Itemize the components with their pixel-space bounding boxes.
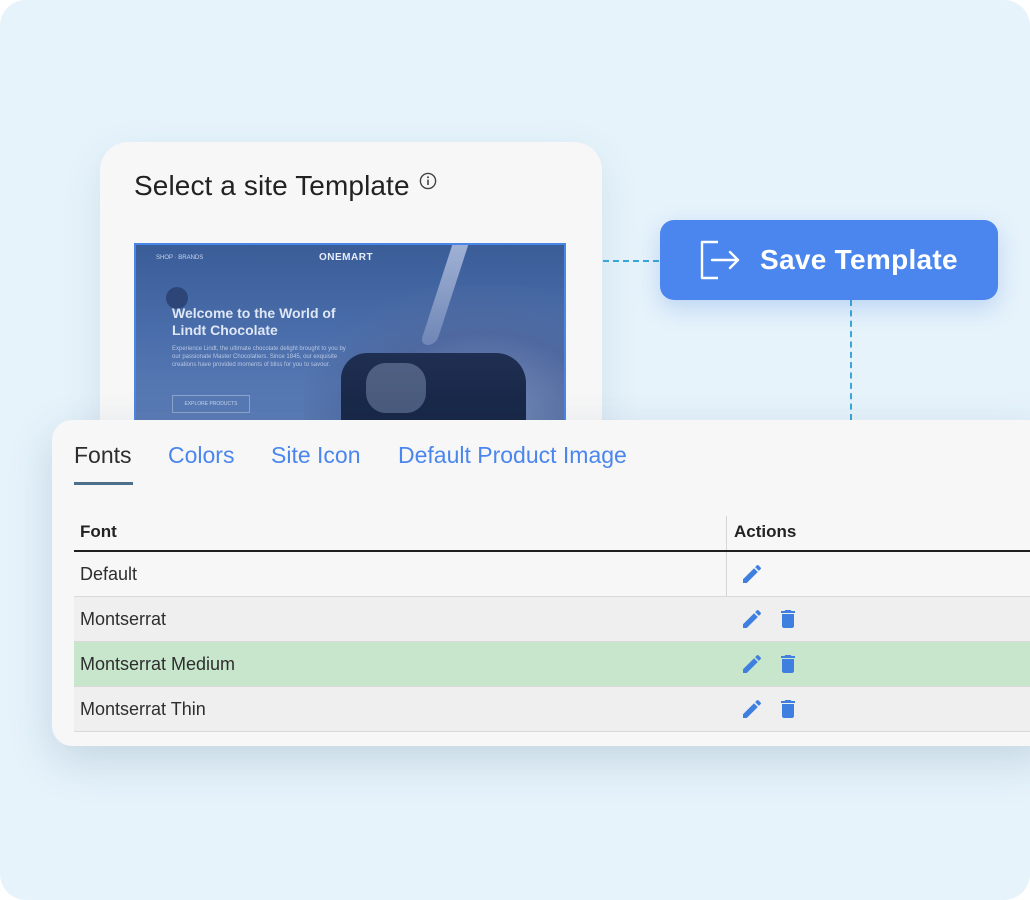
pencil-icon[interactable] bbox=[740, 652, 764, 676]
tab-site-icon[interactable]: Site Icon bbox=[271, 442, 361, 469]
table-row[interactable]: Montserrat Thin bbox=[74, 687, 1030, 732]
font-settings-panel: Fonts Colors Site Icon Default Product I… bbox=[52, 420, 1030, 746]
pencil-icon[interactable] bbox=[740, 697, 764, 721]
tab-fonts[interactable]: Fonts bbox=[74, 442, 132, 469]
font-name-cell: Montserrat bbox=[80, 609, 167, 629]
trash-icon[interactable] bbox=[776, 697, 800, 721]
preview-body-text: Experience Lindt, the ultimate chocolate… bbox=[172, 346, 346, 368]
preview-brand-logo: ONEMART bbox=[319, 252, 374, 263]
table-header-row: Font Actions bbox=[74, 516, 1030, 552]
preview-nav-links: SHOP · BRANDS bbox=[156, 255, 204, 261]
preview-cta-button: EXPLORE PRODUCTS bbox=[172, 395, 250, 413]
trash-icon[interactable] bbox=[776, 607, 800, 631]
active-tab-indicator bbox=[74, 482, 133, 485]
table-row-selected[interactable]: Montserrat Medium bbox=[74, 642, 1030, 687]
connector-line-horizontal bbox=[603, 260, 659, 262]
font-name-cell: Montserrat Medium bbox=[80, 654, 236, 674]
preview-chocolate-highlight bbox=[366, 363, 426, 413]
export-arrow-icon bbox=[700, 240, 740, 280]
template-preview-thumbnail[interactable]: SHOP · BRANDS ONEMART Welcome to the Wor… bbox=[134, 243, 566, 443]
fonts-table: Font Actions Default Montserrat Montserr… bbox=[74, 516, 1030, 732]
table-row[interactable]: Montserrat bbox=[74, 597, 1030, 642]
save-template-button[interactable]: Save Template bbox=[660, 220, 998, 300]
tab-colors[interactable]: Colors bbox=[168, 442, 234, 469]
tab-default-product-image[interactable]: Default Product Image bbox=[398, 442, 627, 469]
column-header-actions: Actions bbox=[734, 522, 797, 541]
info-circle-icon[interactable] bbox=[419, 172, 437, 190]
font-name-cell: Montserrat Thin bbox=[80, 699, 206, 719]
trash-icon[interactable] bbox=[776, 652, 800, 676]
pencil-icon[interactable] bbox=[740, 607, 764, 631]
preview-headline: Welcome to the World of Lindt Chocolate bbox=[172, 305, 336, 338]
background-canvas: Select a site Template SHOP · BRANDS ONE… bbox=[0, 0, 1030, 900]
column-header-font[interactable]: Font bbox=[80, 522, 117, 542]
connector-line-vertical bbox=[850, 300, 852, 420]
table-row[interactable]: Default bbox=[74, 552, 1030, 597]
pencil-icon[interactable] bbox=[740, 562, 764, 586]
font-name-cell: Default bbox=[80, 564, 138, 584]
save-template-label: Save Template bbox=[760, 244, 958, 275]
template-card-title: Select a site Template bbox=[134, 170, 410, 201]
